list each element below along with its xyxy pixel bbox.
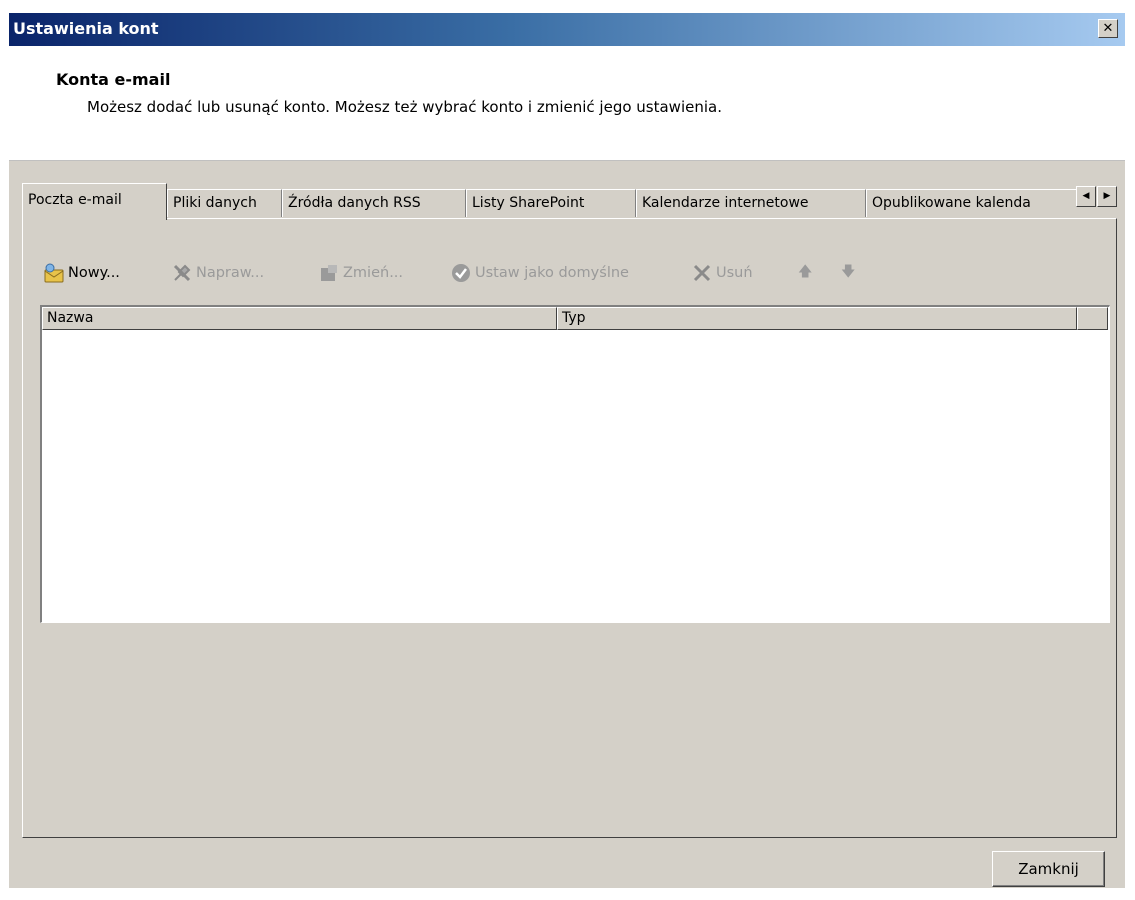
dialog-header: Konta e-mail Możesz dodać lub usunąć kon… — [9, 46, 1125, 161]
tab-published-calendars[interactable]: Opublikowane kalenda — [866, 189, 1076, 217]
close-dialog-label: Zamknij — [1018, 860, 1079, 878]
arrow-right-icon: ▶ — [1103, 191, 1111, 201]
remove-button[interactable]: Usuń — [691, 259, 753, 287]
title-bar: Ustawienia kont ✕ — [9, 13, 1125, 46]
email-tab-panel: Nowy... Napraw... Zmień... Ustaw jako do… — [22, 218, 1117, 838]
tab-email[interactable]: Poczta e-mail — [22, 183, 167, 220]
tab-internet-calendars[interactable]: Kalendarze internetowe — [636, 189, 866, 217]
column-header-name[interactable]: Nazwa — [42, 307, 557, 330]
x-icon — [693, 264, 711, 282]
repair-button-label: Napraw... — [196, 265, 265, 281]
change-icon — [321, 265, 337, 281]
close-icon: ✕ — [1102, 21, 1114, 36]
column-header-filler — [1077, 307, 1108, 330]
tools-icon — [173, 264, 191, 282]
repair-button[interactable]: Napraw... — [171, 259, 264, 287]
set-default-button-label: Ustaw jako domyślne — [475, 265, 629, 281]
tab-sharepoint-lists[interactable]: Listy SharePoint — [466, 189, 636, 217]
arrow-left-icon: ◀ — [1082, 191, 1090, 201]
close-window-button[interactable]: ✕ — [1098, 19, 1118, 38]
tab-data-files[interactable]: Pliki danych — [167, 189, 282, 217]
close-dialog-button[interactable]: Zamknij — [992, 851, 1105, 887]
new-button[interactable]: Nowy... — [43, 259, 120, 287]
arrow-down-icon: 🡇 — [841, 264, 856, 280]
remove-button-label: Usuń — [716, 265, 753, 281]
new-account-icon — [44, 263, 64, 283]
header-title: Konta e-mail — [56, 70, 171, 89]
column-header-type[interactable]: Typ — [557, 307, 1077, 330]
tab-scroll-left-button[interactable]: ◀ — [1076, 186, 1096, 207]
account-settings-dialog: Ustawienia kont ✕ Konta e-mail Możesz do… — [9, 13, 1125, 888]
tab-strip: Poczta e-mail Pliki danych Źródła danych… — [22, 183, 1117, 220]
window-title: Ustawienia kont — [13, 19, 159, 38]
arrow-up-icon: 🡅 — [798, 264, 813, 280]
set-default-button[interactable]: Ustaw jako domyślne — [450, 259, 629, 287]
move-down-button[interactable]: 🡇 — [841, 259, 855, 287]
list-header: Nazwa Typ — [42, 307, 1109, 330]
accounts-list[interactable]: Nazwa Typ — [40, 305, 1110, 623]
change-button-label: Zmień... — [343, 265, 404, 281]
change-button[interactable]: Zmień... — [318, 259, 403, 287]
account-toolbar: Nowy... Napraw... Zmień... Ustaw jako do… — [43, 259, 1083, 287]
move-up-button[interactable]: 🡅 — [798, 259, 812, 287]
tab-rss-feeds[interactable]: Źródła danych RSS — [282, 189, 466, 217]
header-description: Możesz dodać lub usunąć konto. Możesz te… — [87, 98, 722, 116]
tab-scroll-right-button[interactable]: ▶ — [1097, 186, 1117, 207]
new-button-label: Nowy... — [68, 265, 120, 281]
check-circle-icon — [452, 264, 470, 282]
